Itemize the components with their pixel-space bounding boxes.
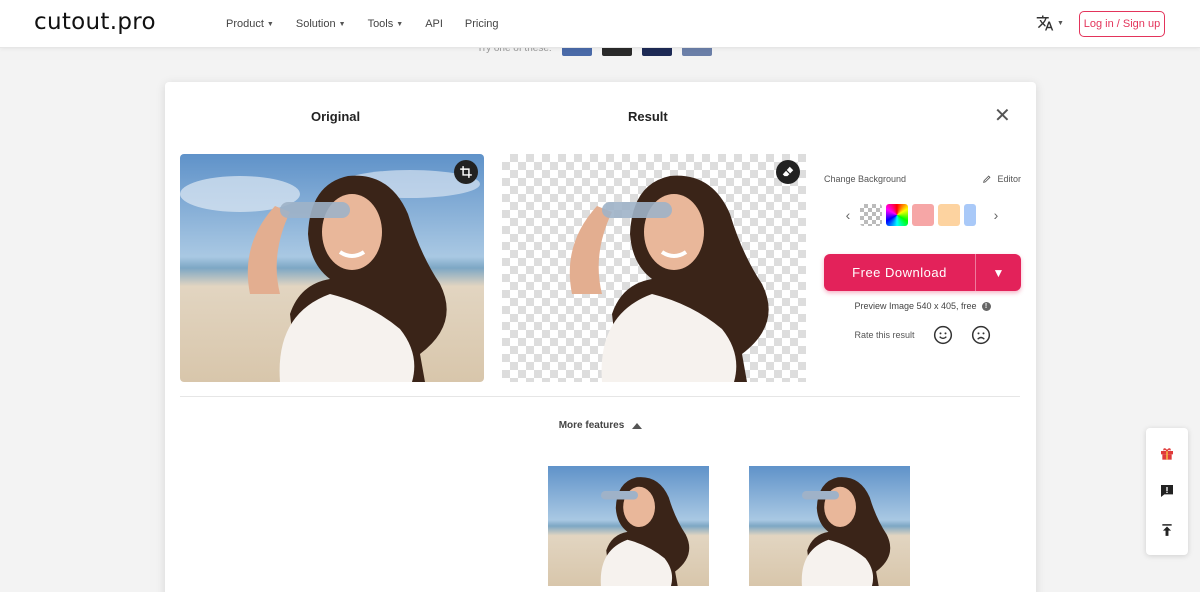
nav-tools-label: Tools bbox=[367, 18, 394, 30]
floating-toolbar bbox=[1146, 428, 1188, 555]
original-title: Original bbox=[311, 109, 361, 124]
language-switcher[interactable]: ▼ bbox=[1036, 14, 1064, 32]
main-nav: Product ▼ Solution ▼ Tools ▼ API Pricing bbox=[226, 0, 499, 48]
preview-info: Preview Image 540 x 405, free ! bbox=[824, 301, 1021, 311]
caret-up-icon bbox=[632, 422, 643, 429]
change-background-label: Change Background bbox=[824, 174, 907, 184]
nav-solution[interactable]: Solution ▼ bbox=[296, 18, 346, 30]
free-download-button[interactable]: Free Download ▼ bbox=[824, 254, 1021, 291]
back-to-top-icon bbox=[1162, 523, 1172, 536]
swatch-transparent[interactable] bbox=[860, 204, 882, 226]
chevron-down-icon: ▼ bbox=[338, 20, 346, 28]
editor-icon bbox=[983, 175, 991, 183]
feedback-icon bbox=[1161, 485, 1173, 498]
nav-pricing-label: Pricing bbox=[464, 18, 499, 30]
editor-label: Editor bbox=[997, 174, 1021, 184]
chevron-down-icon: ▼ bbox=[266, 20, 274, 28]
feedback-button[interactable] bbox=[1157, 481, 1177, 501]
translate-icon bbox=[1036, 15, 1054, 31]
background-swatches: ‹ › bbox=[840, 204, 1021, 226]
chevron-left-icon[interactable]: ‹ bbox=[840, 207, 856, 223]
nav-api-label: API bbox=[425, 18, 443, 30]
download-label: Free Download bbox=[852, 265, 947, 280]
eraser-button[interactable] bbox=[776, 160, 800, 184]
info-icon[interactable]: ! bbox=[981, 301, 991, 311]
background-panel: Change Background Editor ‹ › Free Downlo… bbox=[824, 174, 1021, 345]
smile-icon[interactable] bbox=[933, 325, 953, 345]
swatch-peach[interactable] bbox=[938, 204, 960, 226]
back-to-top-button[interactable] bbox=[1157, 520, 1177, 540]
original-image bbox=[180, 154, 484, 382]
editor-link[interactable]: Editor bbox=[982, 174, 1021, 184]
preview-text: Preview Image 540 x 405, free bbox=[854, 301, 977, 311]
result-image bbox=[502, 154, 806, 382]
more-features-toggle[interactable]: More features bbox=[165, 420, 1036, 431]
rate-row: Rate this result bbox=[824, 325, 1021, 345]
feature-thumbnail[interactable] bbox=[548, 466, 709, 586]
gift-button[interactable] bbox=[1157, 443, 1177, 463]
close-icon[interactable]: ✕ bbox=[994, 106, 1011, 126]
swatch-pink[interactable] bbox=[912, 204, 934, 226]
rate-label: Rate this result bbox=[854, 330, 915, 340]
feature-thumbnail[interactable] bbox=[749, 466, 910, 586]
eraser-icon bbox=[782, 166, 794, 177]
nav-solution-label: Solution bbox=[295, 18, 336, 30]
chevron-down-icon: ▼ bbox=[1057, 19, 1064, 27]
crop-button[interactable] bbox=[454, 160, 478, 184]
chevron-down-icon: ▼ bbox=[396, 20, 404, 28]
caret-down-icon: ▼ bbox=[992, 265, 1005, 280]
chevron-right-icon[interactable]: › bbox=[988, 207, 1004, 223]
gift-icon bbox=[1161, 448, 1173, 460]
frown-icon[interactable] bbox=[971, 325, 991, 345]
result-modal: Original Result ✕ Change Background Edit… bbox=[165, 82, 1036, 592]
more-features-label: More features bbox=[558, 420, 625, 431]
login-signup-button[interactable]: Log in / Sign up bbox=[1079, 11, 1165, 37]
top-header: cutout.pro Product ▼ Solution ▼ Tools ▼ API… bbox=[0, 0, 1200, 48]
download-options-button[interactable]: ▼ bbox=[975, 254, 1021, 291]
crop-icon bbox=[460, 166, 472, 178]
divider bbox=[180, 396, 1020, 397]
logo[interactable]: cutout.pro bbox=[34, 9, 156, 35]
swatch-color-picker[interactable] bbox=[886, 204, 908, 226]
swatch-blue[interactable] bbox=[964, 204, 976, 226]
nav-product-label: Product bbox=[226, 18, 264, 30]
nav-pricing[interactable]: Pricing bbox=[465, 18, 499, 30]
nav-api[interactable]: API bbox=[425, 18, 443, 30]
result-title: Result bbox=[628, 109, 668, 124]
nav-tools[interactable]: Tools ▼ bbox=[368, 18, 404, 30]
nav-product[interactable]: Product ▼ bbox=[226, 18, 274, 30]
